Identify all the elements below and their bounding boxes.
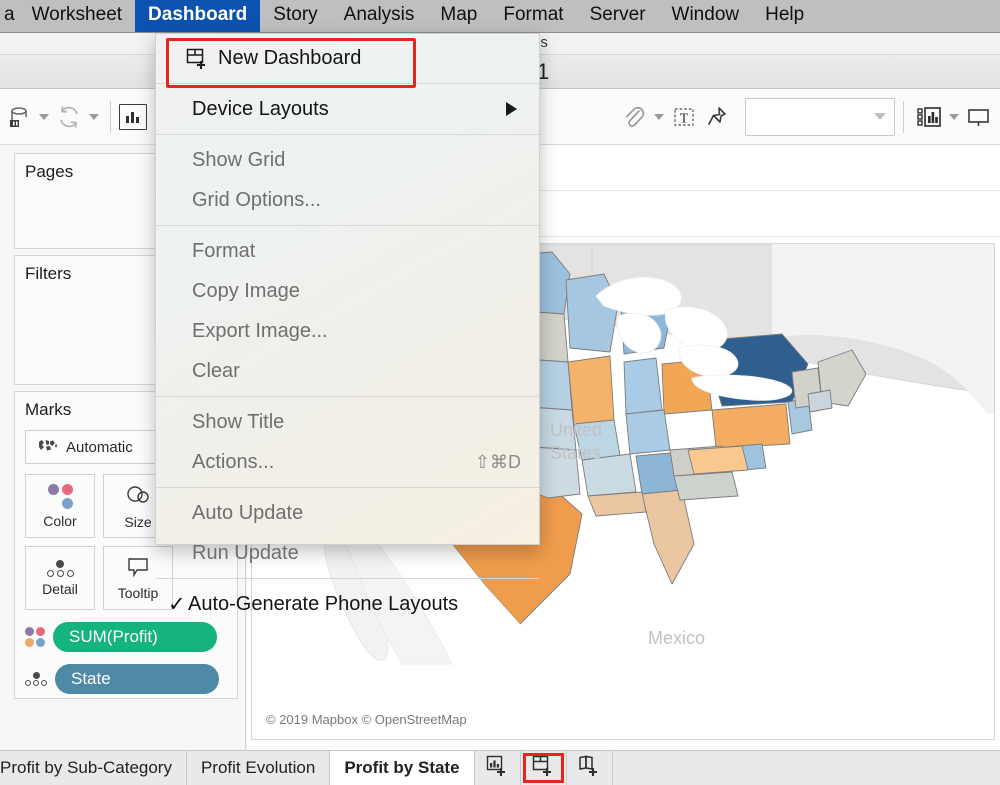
color-palette-icon	[25, 627, 45, 647]
paperclip-icon[interactable]	[617, 97, 651, 137]
menu-auto-update-label: Auto Update	[192, 502, 303, 525]
menu-item-story[interactable]: Story	[260, 0, 330, 32]
menu-item-server[interactable]: Server	[577, 0, 659, 32]
tooltip-bubble-icon	[125, 556, 151, 581]
menu-separator-5	[156, 487, 539, 488]
menu-clear-label: Clear	[192, 360, 240, 383]
menu-item-format[interactable]: Format	[490, 0, 576, 32]
menu-run-update: Run Update	[156, 533, 539, 573]
dashboard-menu-dropdown: New Dashboard Device Layouts Show Grid G…	[155, 33, 540, 545]
color-palette-icon	[48, 484, 73, 509]
marks-pill-row-state: State	[25, 664, 227, 694]
refresh-icon[interactable]	[52, 97, 86, 137]
sheet-tab-bar: Profit by Sub-Category Profit Evolution …	[0, 750, 1000, 785]
detail-button[interactable]: Detail	[25, 546, 95, 610]
refresh-caret[interactable]	[86, 97, 102, 137]
detail-dots-icon	[47, 560, 74, 577]
show-me-icon[interactable]	[912, 97, 946, 137]
new-worksheet-button[interactable]	[475, 751, 521, 785]
menu-run-update-label: Run Update	[192, 542, 299, 565]
menu-separator-4	[156, 396, 539, 397]
menu-auto-generate-phone-layouts[interactable]: ✓ Auto-Generate Phone Layouts	[156, 584, 539, 624]
menu-actions: Actions... ⇧⌘D	[156, 442, 539, 482]
menu-copy-image: Copy Image	[156, 271, 539, 311]
detail-button-label: Detail	[42, 581, 78, 597]
save-caret[interactable]	[36, 97, 52, 137]
menu-item-clipped[interactable]: a	[2, 0, 19, 32]
menu-item-help[interactable]: Help	[752, 0, 817, 32]
toolbar-divider	[110, 101, 111, 133]
menu-export-image-label: Export Image...	[192, 320, 328, 343]
fit-dropdown[interactable]	[745, 98, 895, 136]
menu-auto-generate-phone-layouts-label: Auto-Generate Phone Layouts	[188, 593, 458, 616]
menu-new-dashboard-label: New Dashboard	[218, 47, 361, 70]
menu-item-worksheet[interactable]: Worksheet	[19, 0, 135, 32]
pill-state[interactable]: State	[55, 664, 219, 694]
menu-actions-label: Actions...	[192, 451, 274, 474]
new-story-button[interactable]	[567, 751, 613, 785]
toolbar-divider-2	[903, 101, 904, 133]
menu-show-title: Show Title	[156, 402, 539, 442]
menu-bar: a Worksheet Dashboard Story Analysis Map…	[0, 0, 1000, 33]
new-dashboard-icon	[532, 755, 554, 782]
color-button-label: Color	[43, 513, 76, 529]
tab-bar-filler	[613, 751, 1000, 785]
svg-text:T: T	[680, 111, 689, 126]
color-button[interactable]: Color	[25, 474, 95, 538]
tableau-window: ls 1	[0, 0, 1000, 785]
menu-show-grid-label: Show Grid	[192, 149, 285, 172]
menu-item-map[interactable]: Map	[427, 0, 490, 32]
tab-profit-by-sub-category[interactable]: Profit by Sub-Category	[0, 751, 187, 785]
new-worksheet-icon[interactable]	[119, 104, 147, 130]
menu-item-dashboard[interactable]: Dashboard	[135, 0, 260, 32]
menu-item-analysis[interactable]: Analysis	[331, 0, 428, 32]
marks-type-label: Automatic	[66, 439, 133, 456]
size-button-label: Size	[124, 514, 151, 530]
menu-separator-1	[156, 83, 539, 84]
menu-show-title-label: Show Title	[192, 411, 284, 434]
pin-icon[interactable]	[701, 97, 735, 137]
menu-new-dashboard[interactable]: New Dashboard	[156, 38, 539, 78]
menu-export-image: Export Image...	[156, 311, 539, 351]
menu-separator-6	[156, 578, 539, 579]
menu-format: Format	[156, 231, 539, 271]
new-dashboard-icon	[186, 48, 206, 68]
tab-profit-evolution[interactable]: Profit Evolution	[187, 751, 330, 785]
presentation-icon[interactable]	[962, 97, 996, 137]
menu-grid-options: Grid Options...	[156, 180, 539, 220]
show-me-caret[interactable]	[946, 97, 962, 137]
new-worksheet-icon	[486, 755, 508, 782]
menu-item-window[interactable]: Window	[659, 0, 753, 32]
map-attribution: © 2019 Mapbox © OpenStreetMap	[266, 712, 467, 727]
menu-clear: Clear	[156, 351, 539, 391]
menu-auto-update: Auto Update	[156, 493, 539, 533]
chevron-right-icon	[506, 102, 517, 116]
map-mark-icon	[38, 438, 58, 456]
new-story-icon	[578, 755, 600, 782]
menu-copy-image-label: Copy Image	[192, 280, 300, 303]
tab-profit-by-state[interactable]: Profit by State	[330, 751, 474, 785]
new-dashboard-button[interactable]	[521, 751, 567, 785]
menu-actions-shortcut: ⇧⌘D	[475, 452, 521, 473]
detail-dots-icon	[25, 672, 47, 686]
menu-device-layouts[interactable]: Device Layouts	[156, 89, 539, 129]
text-tool-icon[interactable]: T	[667, 97, 701, 137]
map-label-states: States	[550, 443, 601, 463]
map-label-mexico: Mexico	[648, 628, 705, 648]
paperclip-caret[interactable]	[651, 97, 667, 137]
menu-show-grid: Show Grid	[156, 140, 539, 180]
menu-separator-2	[156, 134, 539, 135]
save-icon[interactable]	[2, 97, 36, 137]
pill-sum-profit[interactable]: SUM(Profit)	[53, 622, 217, 652]
map-label-united: United	[550, 420, 602, 440]
size-circles-icon	[123, 483, 153, 510]
menu-separator-3	[156, 225, 539, 226]
checkmark-icon: ✓	[168, 592, 186, 617]
tooltip-button-label: Tooltip	[118, 585, 158, 601]
menu-device-layouts-label: Device Layouts	[192, 98, 329, 121]
menu-grid-options-label: Grid Options...	[192, 189, 321, 212]
marks-pill-row-profit: SUM(Profit)	[25, 622, 227, 652]
menu-format-label: Format	[192, 240, 255, 263]
